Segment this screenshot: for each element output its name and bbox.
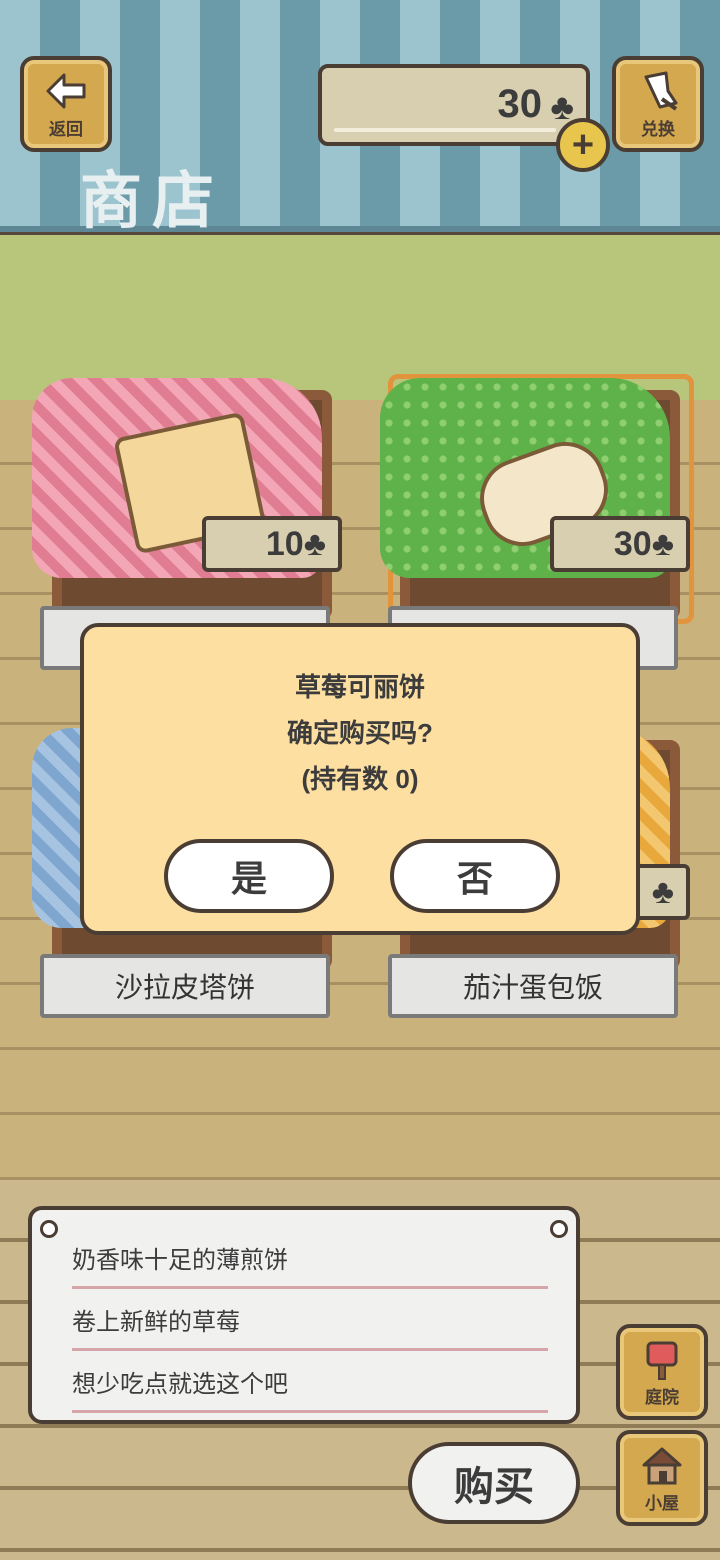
exchange-label: 兑换 — [641, 119, 675, 139]
description-line: 卷上新鲜的草莓 — [72, 1290, 548, 1351]
house-label: 小屋 — [645, 1493, 679, 1513]
dialog-item-name: 草莓可丽饼 — [294, 672, 425, 702]
plus-icon: + — [571, 124, 595, 166]
buy-button[interactable]: 购买 — [408, 1442, 580, 1524]
item-name-plate: 茄汁蛋包饭 — [388, 954, 678, 1018]
item-name-plate: 沙拉皮塔饼 — [40, 954, 330, 1018]
pin-icon — [40, 1220, 58, 1238]
mailbox-icon — [646, 1341, 678, 1380]
house-icon — [642, 1447, 682, 1484]
add-currency-button[interactable]: + — [556, 118, 610, 172]
price-tag: 10 ♣ — [202, 516, 342, 572]
bell-icon — [644, 71, 678, 111]
clover-icon: ♣ — [651, 872, 674, 911]
exchange-button[interactable]: 兑换 — [612, 56, 704, 152]
currency-display: 30 ♣ — [318, 64, 590, 146]
yard-button[interactable]: 庭院 — [616, 1324, 708, 1420]
price-tag: 30 ♣ — [550, 516, 690, 572]
dialog-question: 确定购买吗? — [287, 718, 433, 748]
house-button[interactable]: 小屋 — [616, 1430, 708, 1526]
purchase-dialog: 草莓可丽饼 确定购买吗? (持有数 0) 是 否 — [80, 623, 640, 935]
currency-bar — [334, 128, 556, 132]
item-name: 茄汁蛋包饭 — [462, 972, 603, 1003]
no-button[interactable]: 否 — [390, 839, 560, 913]
item-description-panel: 奶香味十足的薄煎饼 卷上新鲜的草莓 想少吃点就选这个吧 — [28, 1206, 580, 1424]
pin-icon — [550, 1220, 568, 1238]
clover-icon: ♣ — [303, 524, 326, 563]
back-arrow-icon — [46, 73, 86, 108]
currency-value: 30 — [497, 82, 543, 126]
back-label: 返回 — [49, 119, 83, 139]
page-title: 商店 — [80, 167, 225, 236]
item-name: 沙拉皮塔饼 — [114, 972, 255, 1003]
clover-icon: ♣ — [651, 524, 674, 563]
yard-label: 庭院 — [645, 1387, 679, 1407]
back-button[interactable]: 返回 — [20, 56, 112, 152]
description-line: 想少吃点就选这个吧 — [72, 1352, 548, 1413]
dialog-owned-count: (持有数 0) — [301, 764, 419, 794]
yes-button[interactable]: 是 — [164, 839, 334, 913]
price-value: 30 — [613, 524, 652, 563]
description-line: 奶香味十足的薄煎饼 — [72, 1228, 548, 1289]
price-value: 10 — [265, 524, 304, 563]
